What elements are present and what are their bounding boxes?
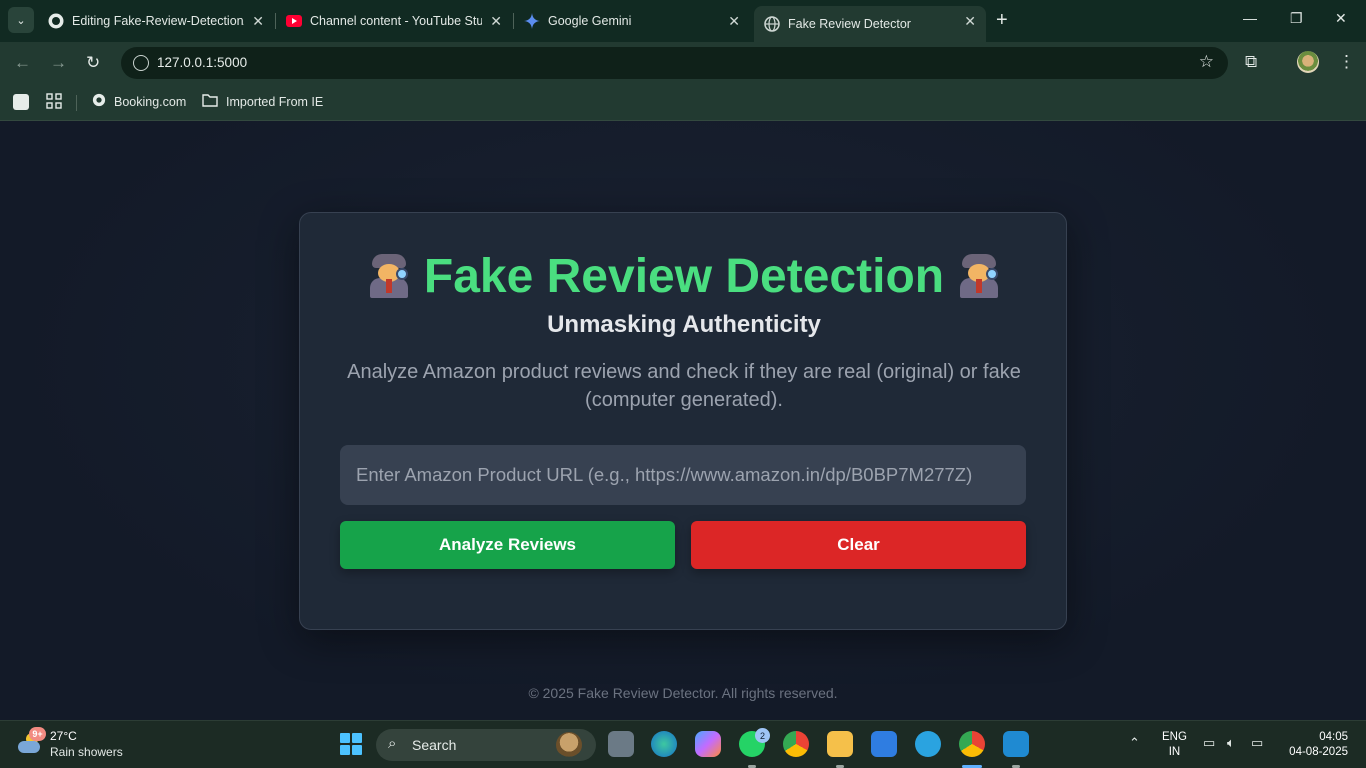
chrome-profile-icon[interactable] — [959, 731, 985, 757]
window-close-button[interactable]: ✕ — [1335, 10, 1347, 27]
youtube-icon — [286, 13, 302, 29]
owl-illustration-icon — [556, 732, 582, 758]
page-viewport: Fake Review Detection Unmasking Authenti… — [0, 121, 1366, 720]
extensions-icon[interactable]: ⧉ — [1245, 52, 1257, 72]
copilot-icon[interactable] — [695, 731, 721, 757]
tab-title: Editing Fake-Review-Detection/ — [72, 14, 244, 28]
amazon-url-input[interactable] — [340, 445, 1026, 505]
tray-overflow-chevron-icon[interactable]: ⌃ — [1129, 735, 1140, 751]
tab-gemini[interactable]: Google Gemini ✕ — [514, 6, 750, 36]
bookmark-booking[interactable]: Booking.com — [92, 93, 186, 110]
clock-date: 04-08-2025 — [1289, 746, 1348, 758]
close-icon[interactable]: ✕ — [728, 13, 740, 30]
microsoft-store-icon[interactable] — [871, 731, 897, 757]
bookmarks-divider — [76, 95, 77, 111]
vscode-icon[interactable] — [1003, 731, 1029, 757]
tab-bar: ⌄ Editing Fake-Review-Detection/ ✕ Chann… — [0, 0, 1366, 42]
battery-icon[interactable]: ▭ — [1251, 735, 1263, 751]
clock-time: 04:05 — [1319, 731, 1348, 743]
minimize-button[interactable]: — — [1243, 10, 1257, 26]
clear-button[interactable]: Clear — [691, 521, 1026, 569]
lang-code: ENG — [1162, 731, 1187, 743]
taskbar-search[interactable]: ⌕ Search — [376, 729, 596, 761]
back-button[interactable]: ← — [14, 53, 31, 73]
system-clock[interactable]: 04:05 04-08-2025 — [1284, 730, 1348, 760]
bookmark-folder-imported[interactable]: Imported From IE — [202, 93, 323, 110]
chrome-icon[interactable] — [783, 731, 809, 757]
browser-toolbar: ← → ↻ 127.0.0.1:5000 ☆ ⧉ ⋮ — [0, 42, 1366, 84]
tab-title: Google Gemini — [548, 14, 632, 28]
menu-kebab-icon[interactable]: ⋮ — [1338, 52, 1355, 72]
search-label: Search — [412, 737, 457, 753]
bookmarks-bar: Booking.com Imported From IE — [0, 84, 1366, 121]
whatsapp-badge: 2 — [755, 728, 770, 743]
close-icon[interactable]: ✕ — [490, 13, 502, 30]
detective-icon — [956, 252, 1002, 298]
detective-icon — [366, 252, 412, 298]
new-tab-button[interactable]: + — [996, 9, 1008, 31]
page-footer: © 2025 Fake Review Detector. All rights … — [528, 685, 838, 701]
gemini-icon — [524, 13, 540, 29]
page-description: Analyze Amazon product reviews and check… — [347, 361, 1021, 411]
search-icon: ⌕ — [388, 735, 397, 752]
language-indicator[interactable]: ENG IN — [1162, 730, 1187, 760]
tab-search-button[interactable]: ⌄ — [8, 7, 34, 33]
bookmark-label: Booking.com — [114, 94, 187, 109]
close-icon[interactable]: ✕ — [252, 13, 264, 30]
file-explorer-icon[interactable] — [827, 731, 853, 757]
tab-title: Fake Review Detector — [788, 17, 911, 31]
region-code: IN — [1168, 746, 1181, 758]
task-view-icon[interactable] — [608, 731, 634, 757]
folder-icon — [202, 93, 218, 110]
close-icon[interactable]: ✕ — [964, 13, 976, 30]
tab-github[interactable]: Editing Fake-Review-Detection/ ✕ — [38, 6, 274, 36]
bookmark-star-icon[interactable]: ☆ — [1199, 52, 1214, 72]
page-title-text: Fake Review Detection — [423, 250, 945, 303]
tab-youtube[interactable]: Channel content - YouTube Studio ✕ — [276, 6, 512, 36]
display-icon[interactable]: ▭ — [1203, 735, 1215, 751]
globe-icon — [92, 93, 106, 110]
site-info-icon[interactable] — [133, 55, 149, 71]
page-title: Fake Review Detection — [300, 249, 1068, 304]
profile-avatar[interactable] — [1297, 51, 1319, 73]
edge-icon[interactable] — [651, 731, 677, 757]
telegram-icon[interactable] — [915, 731, 941, 757]
page-subtitle: Unmasking Authenticity — [547, 311, 821, 338]
taskbar: 9+ 27°C Rain showers ⌕ Search 2 ⌃ ENG IN… — [0, 720, 1366, 768]
windows-start-icon[interactable] — [340, 733, 362, 755]
analyze-reviews-button[interactable]: Analyze Reviews — [340, 521, 675, 569]
forward-button[interactable]: → — [50, 53, 67, 73]
bookmark-label: Imported From IE — [226, 94, 324, 109]
weather-condition[interactable]: Rain showers — [50, 745, 123, 759]
url-text: 127.0.0.1:5000 — [157, 55, 248, 70]
tab-title: Channel content - YouTube Studio — [310, 14, 482, 28]
tab-groups-icon[interactable] — [12, 93, 30, 114]
address-bar[interactable]: 127.0.0.1:5000 ☆ — [121, 47, 1228, 79]
chevron-down-icon: ⌄ — [16, 14, 26, 27]
reload-button[interactable]: ↻ — [86, 53, 100, 73]
apps-grid-icon[interactable] — [46, 93, 62, 112]
restore-button[interactable]: ❐ — [1290, 10, 1303, 27]
detector-card: Fake Review Detection Unmasking Authenti… — [299, 212, 1067, 630]
weather-badge: 9+ — [29, 727, 46, 741]
github-icon — [48, 13, 64, 29]
volume-icon[interactable]: 🔈︎ — [1227, 735, 1235, 751]
globe-icon — [764, 16, 780, 32]
tab-fake-review-detector[interactable]: Fake Review Detector ✕ — [754, 6, 986, 42]
weather-temperature[interactable]: 27°C — [50, 729, 77, 743]
